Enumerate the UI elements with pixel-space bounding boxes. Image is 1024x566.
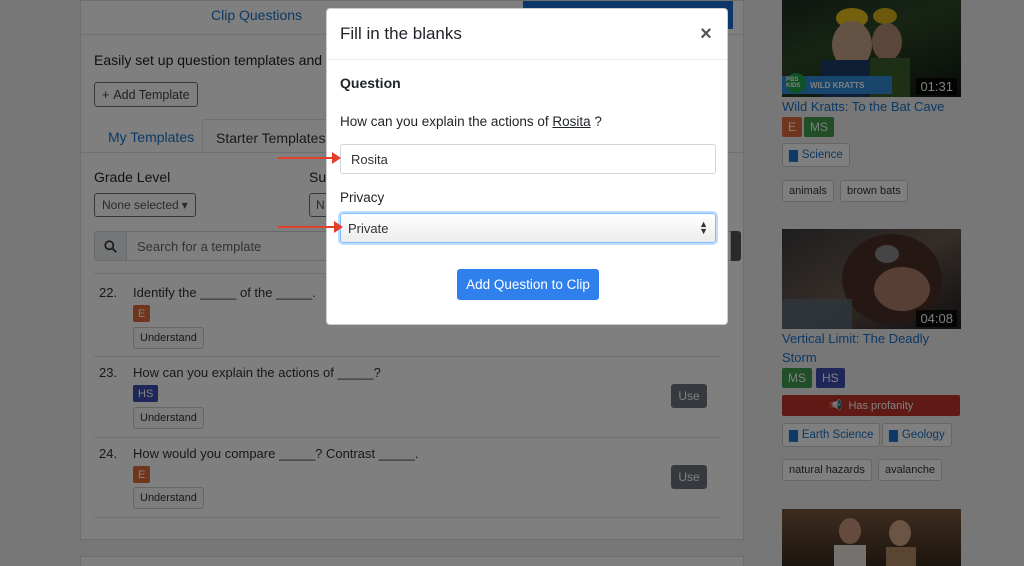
privacy-value: Private xyxy=(348,220,389,236)
question-blank-filled: Rosita xyxy=(552,114,591,129)
fill-in-blanks-modal: Fill in the blanks × Question How can yo… xyxy=(326,8,728,325)
modal-header: Fill in the blanks × xyxy=(327,9,727,60)
privacy-label: Privacy xyxy=(340,190,385,205)
question-preview: How can you explain the actions of Rosit… xyxy=(340,114,602,129)
add-question-to-clip-button[interactable]: Add Question to Clip xyxy=(457,269,599,300)
question-prefix: How can you explain the actions of xyxy=(340,114,549,129)
question-heading: Question xyxy=(340,75,401,91)
annotation-arrow-icon xyxy=(278,221,343,233)
select-arrows-icon: ▲ ▼ xyxy=(699,219,708,236)
blank-answer-input[interactable] xyxy=(340,144,716,174)
privacy-select[interactable]: Private ▲ ▼ xyxy=(340,213,716,243)
annotation-arrow-icon xyxy=(278,152,341,164)
modal-title: Fill in the blanks xyxy=(340,24,462,43)
question-suffix: ? xyxy=(594,114,602,129)
close-icon[interactable]: × xyxy=(698,23,714,45)
